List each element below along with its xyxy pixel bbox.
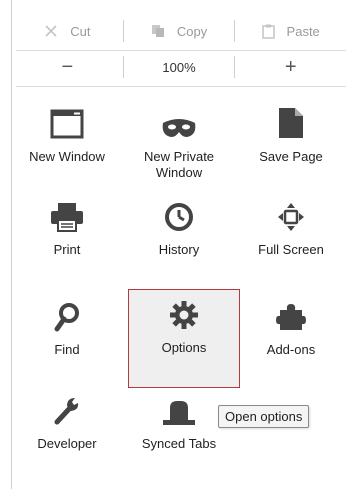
mask-icon [161, 97, 197, 139]
wrench-icon [52, 384, 82, 426]
cut-button[interactable]: Cut [12, 14, 123, 48]
paste-label: Paste [286, 23, 320, 39]
tile-label: History [158, 242, 200, 257]
edit-controls: Cut Copy Paste [12, 14, 346, 48]
options-tooltip: Open options [218, 405, 310, 428]
magnifier-icon [54, 290, 80, 332]
zoom-controls: − 100% + [12, 50, 346, 84]
zoom-reset-button[interactable]: 100% [124, 50, 235, 84]
tile-label: Find [54, 342, 80, 357]
full-screen-button[interactable]: Full Screen [236, 190, 346, 285]
puzzle-icon [276, 290, 306, 332]
printer-icon [50, 190, 84, 232]
tile-label: Full Screen [258, 242, 324, 257]
copy-label: Copy [176, 23, 208, 39]
tile-label: Print [53, 242, 81, 257]
clipboard-icon [261, 24, 275, 39]
tile-label: New Window [29, 149, 105, 164]
tile-label: Developer [37, 436, 97, 451]
fullscreen-icon [277, 190, 305, 232]
cut-label: Cut [70, 23, 91, 39]
history-button[interactable]: History [124, 190, 234, 285]
zoom-in-button[interactable]: + [235, 50, 346, 84]
copy-icon [151, 24, 165, 38]
window-icon [50, 97, 84, 139]
tile-label: Add-ons [266, 342, 316, 357]
copy-button[interactable]: Copy [124, 14, 235, 48]
tile-label: Synced Tabs [141, 436, 217, 451]
scissors-icon [44, 24, 58, 38]
gear-icon [169, 290, 199, 330]
tile-label: Options [161, 340, 207, 355]
divider [16, 86, 346, 87]
clock-icon [164, 190, 194, 232]
synced-tabs-button[interactable]: Synced Tabs [124, 384, 234, 479]
developer-button[interactable]: Developer [12, 384, 122, 479]
new-private-window-button[interactable]: New Private Window [124, 97, 234, 192]
tile-label: New Private Window [143, 149, 215, 180]
add-ons-button[interactable]: Add-ons [236, 290, 346, 385]
find-button[interactable]: Find [12, 290, 122, 385]
options-button[interactable]: Options [128, 289, 240, 388]
tile-label: Save Page [259, 149, 323, 164]
zoom-out-button[interactable]: − [12, 50, 123, 84]
new-window-button[interactable]: New Window [12, 97, 122, 192]
synced-tabs-icon [162, 384, 196, 426]
page-icon [278, 97, 304, 139]
print-button[interactable]: Print [12, 190, 122, 285]
save-page-button[interactable]: Save Page [236, 97, 346, 192]
paste-button[interactable]: Paste [235, 14, 346, 48]
